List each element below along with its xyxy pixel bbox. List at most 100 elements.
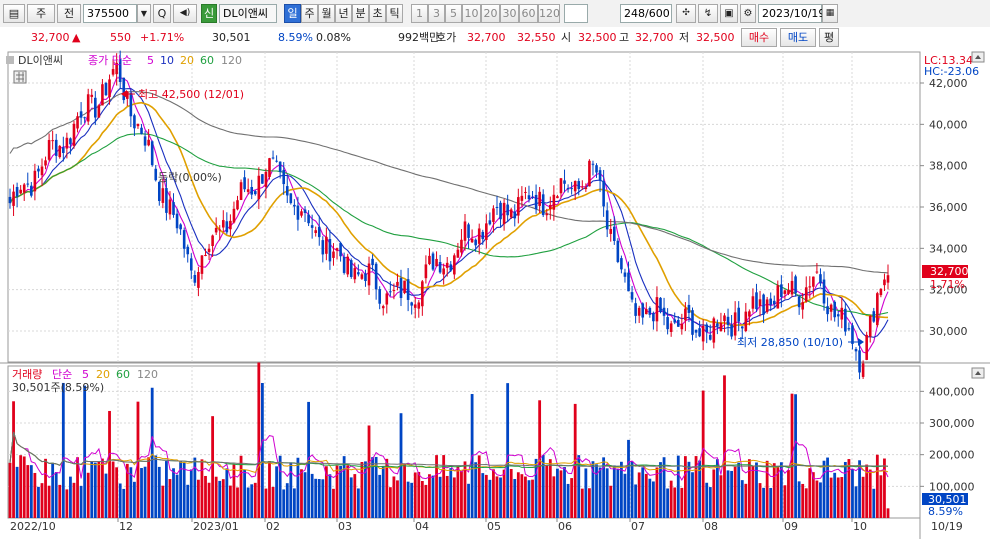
volume-bar	[499, 477, 502, 518]
candle	[566, 187, 570, 190]
sound-icon[interactable]: ◀)	[173, 4, 197, 23]
candle	[69, 138, 72, 145]
count-input[interactable]: 248/600	[620, 4, 672, 23]
candle	[261, 174, 264, 184]
vol-ma120-legend: 120	[137, 368, 158, 381]
date-input[interactable]: 2023/10/19	[758, 4, 825, 23]
volume-bar	[847, 459, 851, 518]
volume-bar	[303, 472, 307, 518]
search-icon[interactable]: Q	[153, 4, 171, 23]
candle	[488, 220, 492, 225]
volume-bar	[808, 468, 812, 518]
candle	[595, 165, 598, 173]
candle	[801, 302, 804, 310]
volume-bar	[250, 484, 254, 518]
trend-icon[interactable]: ↯	[698, 4, 718, 23]
candle	[627, 272, 630, 292]
volume-tick-label-3: 400,000	[929, 385, 975, 398]
stock-chart[interactable]: 2022/10 12 2023/01 02 03 04 05 06 07 08 09 10 10/19 …	[0, 48, 990, 539]
grid-toggle-icon[interactable]	[13, 70, 27, 84]
candle	[431, 253, 435, 270]
volume-bar	[278, 455, 282, 518]
volume-bar	[488, 479, 492, 518]
calendar-icon[interactable]: ▦	[822, 4, 838, 23]
volume-bar	[232, 464, 236, 518]
volume-bar	[886, 508, 890, 518]
interval-custom-select[interactable]	[564, 4, 588, 23]
candle	[253, 191, 257, 195]
code-dropdown-icon[interactable]: ▼	[137, 4, 151, 23]
candle	[680, 323, 684, 330]
interval-button-60[interactable]: 60	[519, 4, 538, 23]
price-arrow-icon: ▲	[72, 31, 81, 44]
price-tick-label-3: 36,000	[929, 201, 968, 214]
prefix-select[interactable]: 전	[57, 4, 81, 23]
x-axis-label-12: 10/19	[931, 520, 963, 533]
volume-bar	[605, 468, 609, 518]
interval-button-120[interactable]: 120	[538, 4, 560, 23]
candle	[758, 299, 762, 306]
candle	[556, 196, 559, 199]
volume-bar	[861, 476, 865, 518]
volume-bar	[37, 486, 40, 518]
candle	[737, 307, 741, 322]
buy-button[interactable]: 매수	[741, 28, 777, 47]
candle	[300, 211, 303, 216]
volume-bar	[452, 477, 456, 518]
stock-code-input[interactable]: 375500	[83, 4, 137, 23]
volume-bar	[417, 471, 421, 518]
volume-bar	[260, 383, 264, 518]
period-button-3[interactable]: 년	[335, 4, 352, 23]
volume-bar	[65, 489, 69, 518]
candle	[733, 312, 737, 336]
settings-icon[interactable]: ⚙	[740, 4, 756, 23]
volume-bar	[161, 485, 165, 518]
new-badge[interactable]: 신	[201, 4, 217, 23]
candle	[687, 304, 691, 313]
volume-bar	[388, 487, 392, 518]
volume-bar	[612, 465, 616, 518]
menu-icon[interactable]: ▤	[3, 4, 25, 23]
x-axis-label-0: 2022/10	[10, 520, 56, 533]
candle	[517, 197, 520, 216]
period-button-1[interactable]: 주	[301, 4, 318, 23]
period-button-0[interactable]: 일	[284, 4, 301, 23]
volume-bar	[819, 482, 822, 518]
period-button-4[interactable]: 분	[352, 4, 369, 23]
period-button-2[interactable]: 월	[318, 4, 335, 23]
volume-bar	[72, 482, 76, 518]
ma10-legend: 10	[160, 54, 174, 67]
interval-button-30[interactable]: 30	[500, 4, 519, 23]
save-icon[interactable]: ▣	[720, 4, 738, 23]
period-button-6[interactable]: 틱	[386, 4, 403, 23]
interval-button-10[interactable]: 10	[462, 4, 481, 23]
candle	[684, 308, 687, 321]
candle	[182, 230, 186, 249]
volume-bar	[367, 425, 371, 518]
candle	[513, 211, 517, 219]
interval-button-1[interactable]: 1	[411, 4, 428, 23]
interval-button-5[interactable]: 5	[445, 4, 462, 23]
volume-bar	[165, 461, 168, 518]
mode-select[interactable]: 주	[27, 4, 55, 23]
price-legend-label: 종가 단순	[88, 54, 132, 67]
volume-bar	[570, 478, 574, 518]
volume-bar	[751, 466, 755, 518]
volume-bar	[239, 455, 243, 518]
eval-button[interactable]: 평	[819, 28, 839, 47]
volume-bar	[492, 469, 495, 518]
candle	[851, 325, 854, 344]
interval-button-20[interactable]: 20	[481, 4, 500, 23]
period-button-5[interactable]: 초	[369, 4, 386, 23]
volume-bar	[797, 481, 801, 518]
interval-button-3[interactable]: 3	[428, 4, 445, 23]
draw-tools-icon[interactable]: ✣	[676, 4, 696, 23]
candle	[150, 141, 154, 166]
volume-bar	[29, 465, 33, 518]
volume-bar	[641, 467, 645, 518]
volume-bar	[680, 487, 684, 518]
volume-bar	[676, 455, 680, 518]
sell-button[interactable]: 매도	[780, 28, 816, 47]
volume-current-label: 30,501주(8.59%)	[12, 381, 104, 394]
candle	[659, 297, 662, 313]
